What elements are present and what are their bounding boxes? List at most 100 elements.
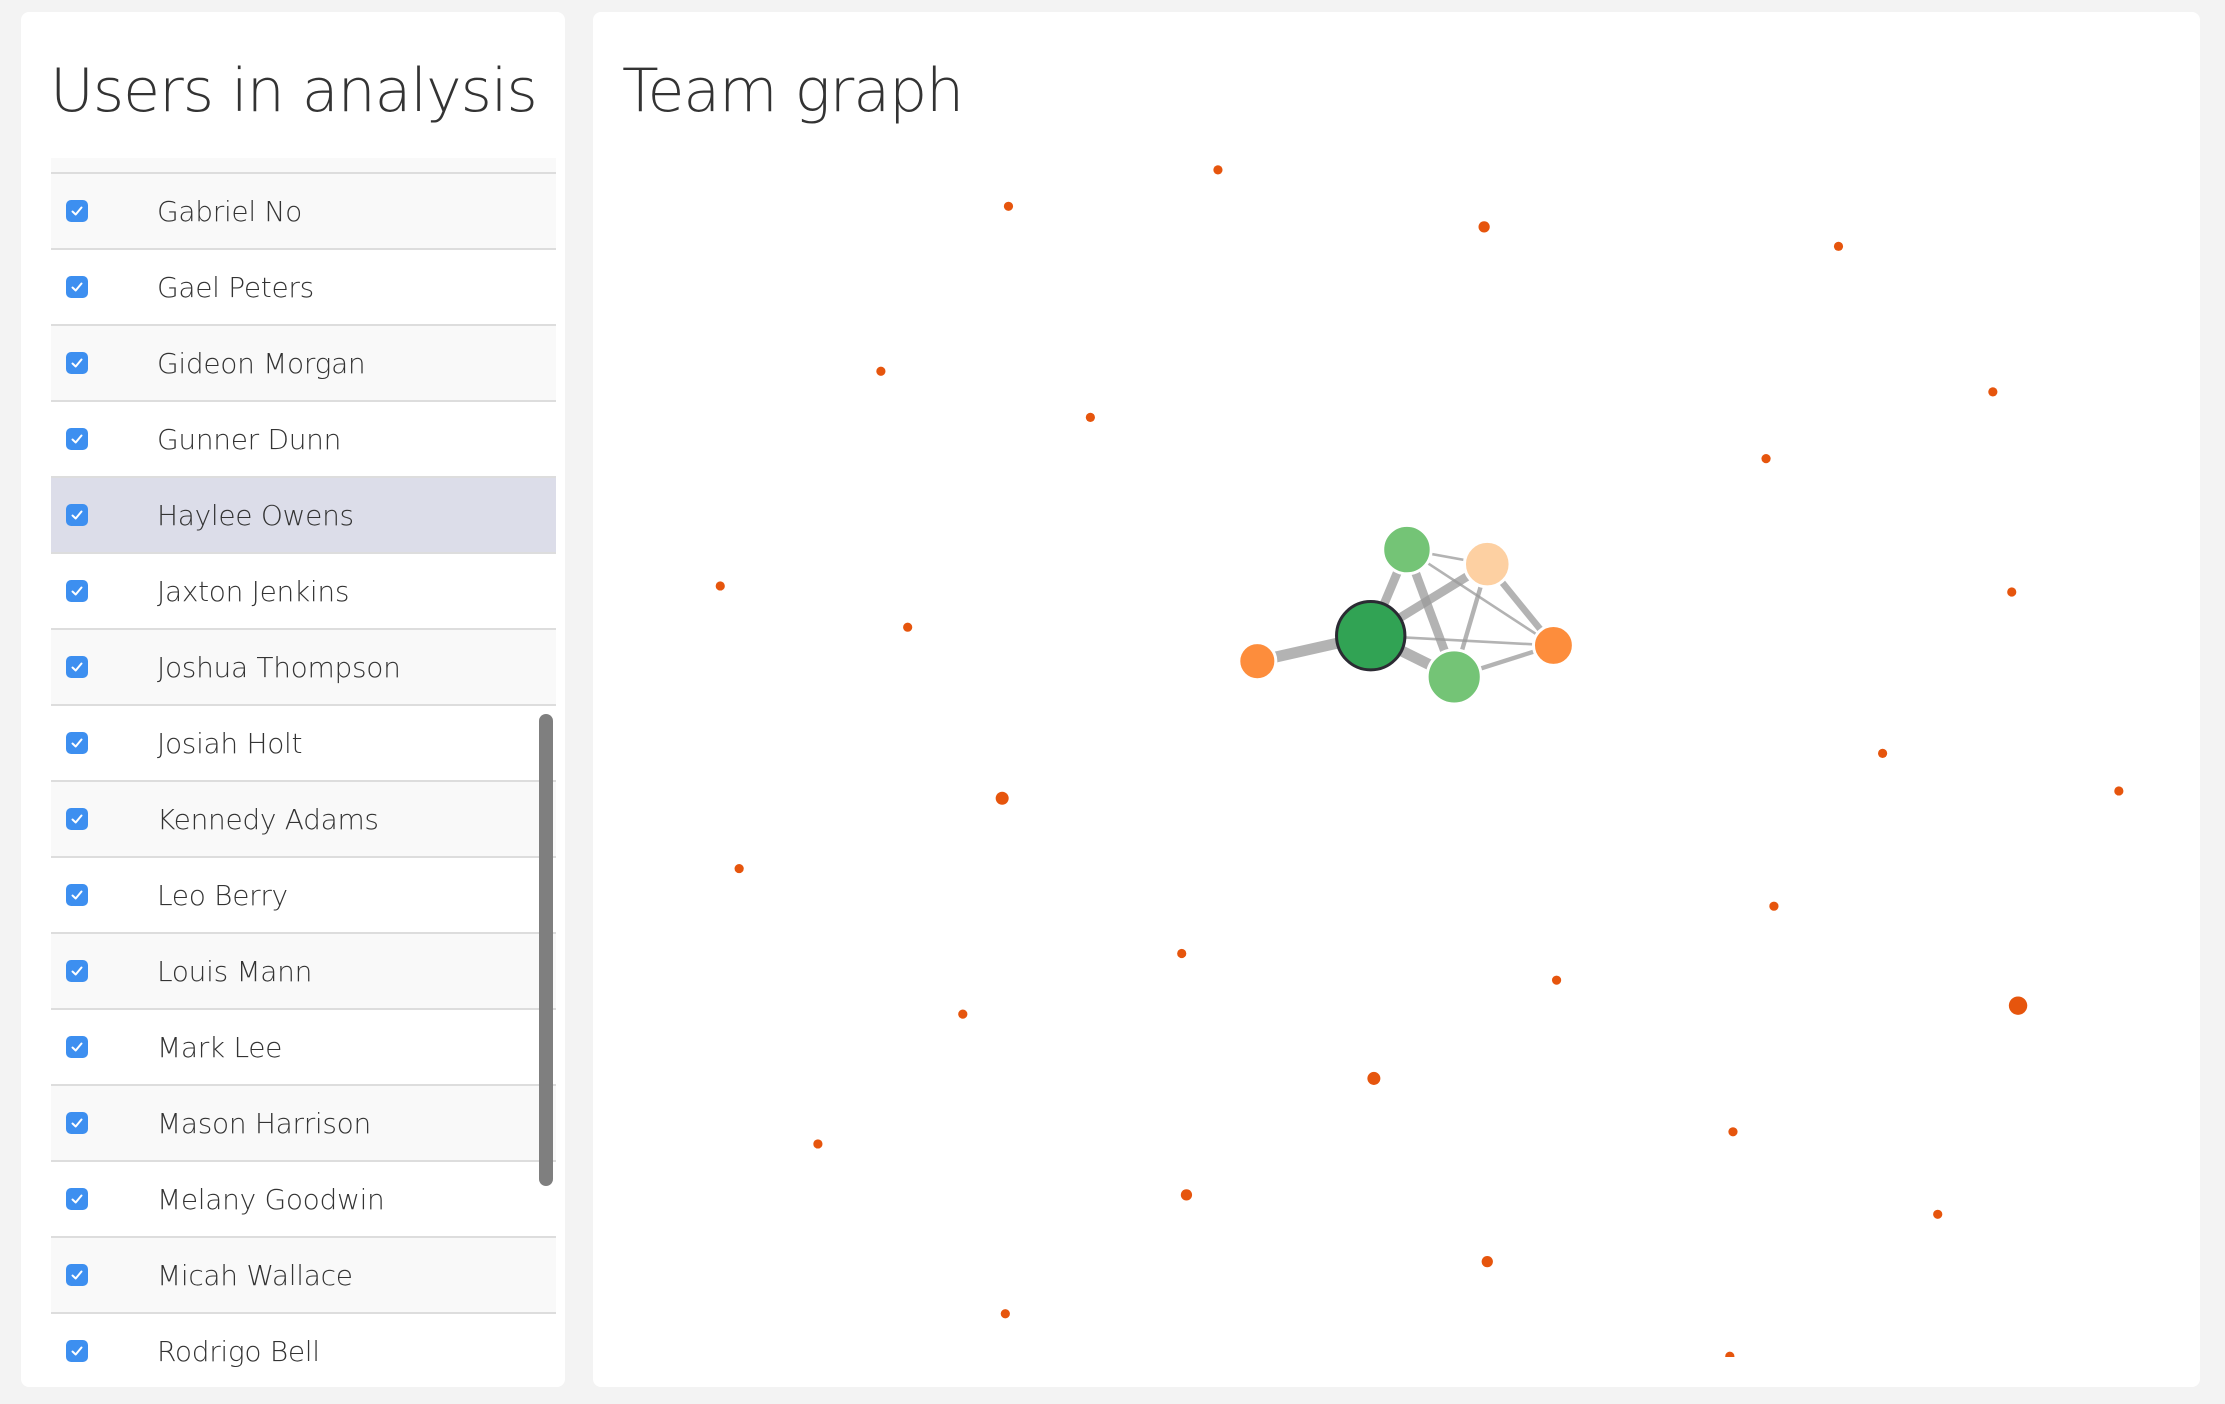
user-name: Joshua Thompson xyxy=(157,650,401,684)
user-checkbox[interactable] xyxy=(66,352,88,374)
checkmark-icon xyxy=(71,662,83,672)
isolated-user-node[interactable] xyxy=(1213,165,1223,175)
user-checkbox[interactable] xyxy=(66,580,88,602)
isolated-user-node[interactable] xyxy=(1769,901,1779,911)
user-checkbox[interactable] xyxy=(66,200,88,222)
user-row[interactable]: Gideon Morgan xyxy=(51,326,556,402)
user-checkbox[interactable] xyxy=(66,1340,88,1362)
user-row[interactable]: Gunner Dunn xyxy=(51,402,556,478)
user-name: Louis Mann xyxy=(157,954,313,988)
team-graph[interactable] xyxy=(593,12,2200,1357)
checkmark-icon xyxy=(71,1346,83,1356)
isolated-user-node[interactable] xyxy=(1933,1209,1943,1219)
checkmark-icon xyxy=(71,966,83,976)
user-checkbox[interactable] xyxy=(66,428,88,450)
team-user-node[interactable] xyxy=(1381,523,1433,576)
user-name: Josiah Holt xyxy=(157,726,303,760)
isolated-user-node[interactable] xyxy=(715,581,725,591)
user-checkbox[interactable] xyxy=(66,732,88,754)
checkmark-icon xyxy=(71,510,83,520)
isolated-user-node[interactable] xyxy=(1878,748,1888,758)
checkmark-icon xyxy=(71,1042,83,1052)
user-checkbox[interactable] xyxy=(66,276,88,298)
isolated-user-node[interactable] xyxy=(813,1139,823,1149)
isolated-user-node[interactable] xyxy=(1180,1189,1193,1201)
user-name: Gael Peters xyxy=(157,270,314,304)
user-name: Leo Berry xyxy=(157,878,288,912)
user-checkbox[interactable] xyxy=(66,1112,88,1134)
isolated-user-node[interactable] xyxy=(1000,1309,1010,1319)
user-name: Mark Lee xyxy=(157,1030,283,1064)
isolated-user-node[interactable] xyxy=(1478,221,1490,233)
checkmark-icon xyxy=(71,890,83,900)
user-name: Mason Harrison xyxy=(157,1106,371,1140)
user-row[interactable]: Rodrigo Bell xyxy=(51,1314,556,1368)
team-user-node[interactable] xyxy=(1462,539,1512,589)
user-checkbox[interactable] xyxy=(66,1188,88,1210)
isolated-user-node[interactable] xyxy=(1761,453,1771,464)
user-row[interactable]: Joshua Thompson xyxy=(51,630,556,706)
isolated-user-node[interactable] xyxy=(1833,241,1844,251)
checkmark-icon xyxy=(71,1118,83,1128)
user-checkbox[interactable] xyxy=(66,808,88,830)
nodes-layer xyxy=(715,165,2124,1357)
checkmark-icon xyxy=(71,434,83,444)
user-row[interactable]: Josiah Holt xyxy=(51,706,556,782)
user-row[interactable]: Jaxton Jenkins xyxy=(51,554,556,630)
user-row[interactable]: Kennedy Adams xyxy=(51,782,556,858)
user-checkbox[interactable] xyxy=(66,884,88,906)
isolated-user-node[interactable] xyxy=(1177,948,1187,959)
user-name: Melany Goodwin xyxy=(157,1182,385,1216)
isolated-user-node[interactable] xyxy=(876,366,886,376)
isolated-user-node[interactable] xyxy=(734,863,744,874)
team-user-node[interactable] xyxy=(1425,648,1483,706)
checkmark-icon xyxy=(71,586,83,596)
user-list-scrollbar[interactable] xyxy=(539,714,553,1186)
isolated-user-node[interactable] xyxy=(1988,387,1998,397)
user-row[interactable]: Leo Berry xyxy=(51,858,556,934)
user-name: Gideon Morgan xyxy=(157,346,366,380)
user-row[interactable]: Micah Wallace xyxy=(51,1238,556,1314)
user-checkbox[interactable] xyxy=(66,504,88,526)
user-name: Kennedy Adams xyxy=(157,802,379,836)
isolated-user-node[interactable] xyxy=(1003,201,1014,211)
isolated-user-node[interactable] xyxy=(2008,996,2028,1015)
isolated-user-node[interactable] xyxy=(958,1009,968,1019)
user-name: Gunner Dunn xyxy=(157,422,342,456)
isolated-user-node[interactable] xyxy=(1725,1351,1735,1357)
isolated-user-node[interactable] xyxy=(2114,786,2124,796)
user-checkbox[interactable] xyxy=(66,1036,88,1058)
isolated-user-node[interactable] xyxy=(1551,975,1562,985)
user-list[interactable]: Gabriel No Gael Peters Gideon Morgan Gunner… xyxy=(51,158,556,1368)
checkmark-icon xyxy=(71,738,83,748)
isolated-user-node[interactable] xyxy=(2007,587,2017,597)
user-name: Haylee Owens xyxy=(157,498,354,532)
checkmark-icon xyxy=(71,1194,83,1204)
team-user-node[interactable] xyxy=(1531,623,1575,667)
user-row[interactable]: Mason Harrison xyxy=(51,1086,556,1162)
user-row[interactable]: Mark Lee xyxy=(51,1010,556,1086)
user-name: Micah Wallace xyxy=(157,1258,353,1292)
isolated-user-node[interactable] xyxy=(1728,1127,1738,1137)
user-checkbox[interactable] xyxy=(66,960,88,982)
user-name: Jaxton Jenkins xyxy=(157,574,350,608)
checkmark-icon xyxy=(71,206,83,216)
isolated-user-node[interactable] xyxy=(903,622,913,632)
isolated-user-node[interactable] xyxy=(1085,412,1095,422)
team-user-node[interactable] xyxy=(1237,641,1278,682)
user-row[interactable]: Louis Mann xyxy=(51,934,556,1010)
users-panel-title: Users in analysis xyxy=(50,56,538,126)
user-row[interactable]: Gael Peters xyxy=(51,250,556,326)
graph-panel: Team graph xyxy=(593,12,2200,1387)
user-checkbox[interactable] xyxy=(66,656,88,678)
user-row[interactable]: Gabriel No xyxy=(51,174,556,250)
isolated-user-node[interactable] xyxy=(995,791,1009,805)
isolated-user-node[interactable] xyxy=(1481,1255,1493,1268)
checkmark-icon xyxy=(71,358,83,368)
user-checkbox[interactable] xyxy=(66,1264,88,1286)
user-row[interactable]: Haylee Owens xyxy=(51,478,556,554)
team-user-node[interactable] xyxy=(1335,599,1407,672)
user-row[interactable]: Melany Goodwin xyxy=(51,1162,556,1238)
isolated-user-node[interactable] xyxy=(1367,1071,1381,1085)
checkmark-icon xyxy=(71,814,83,824)
